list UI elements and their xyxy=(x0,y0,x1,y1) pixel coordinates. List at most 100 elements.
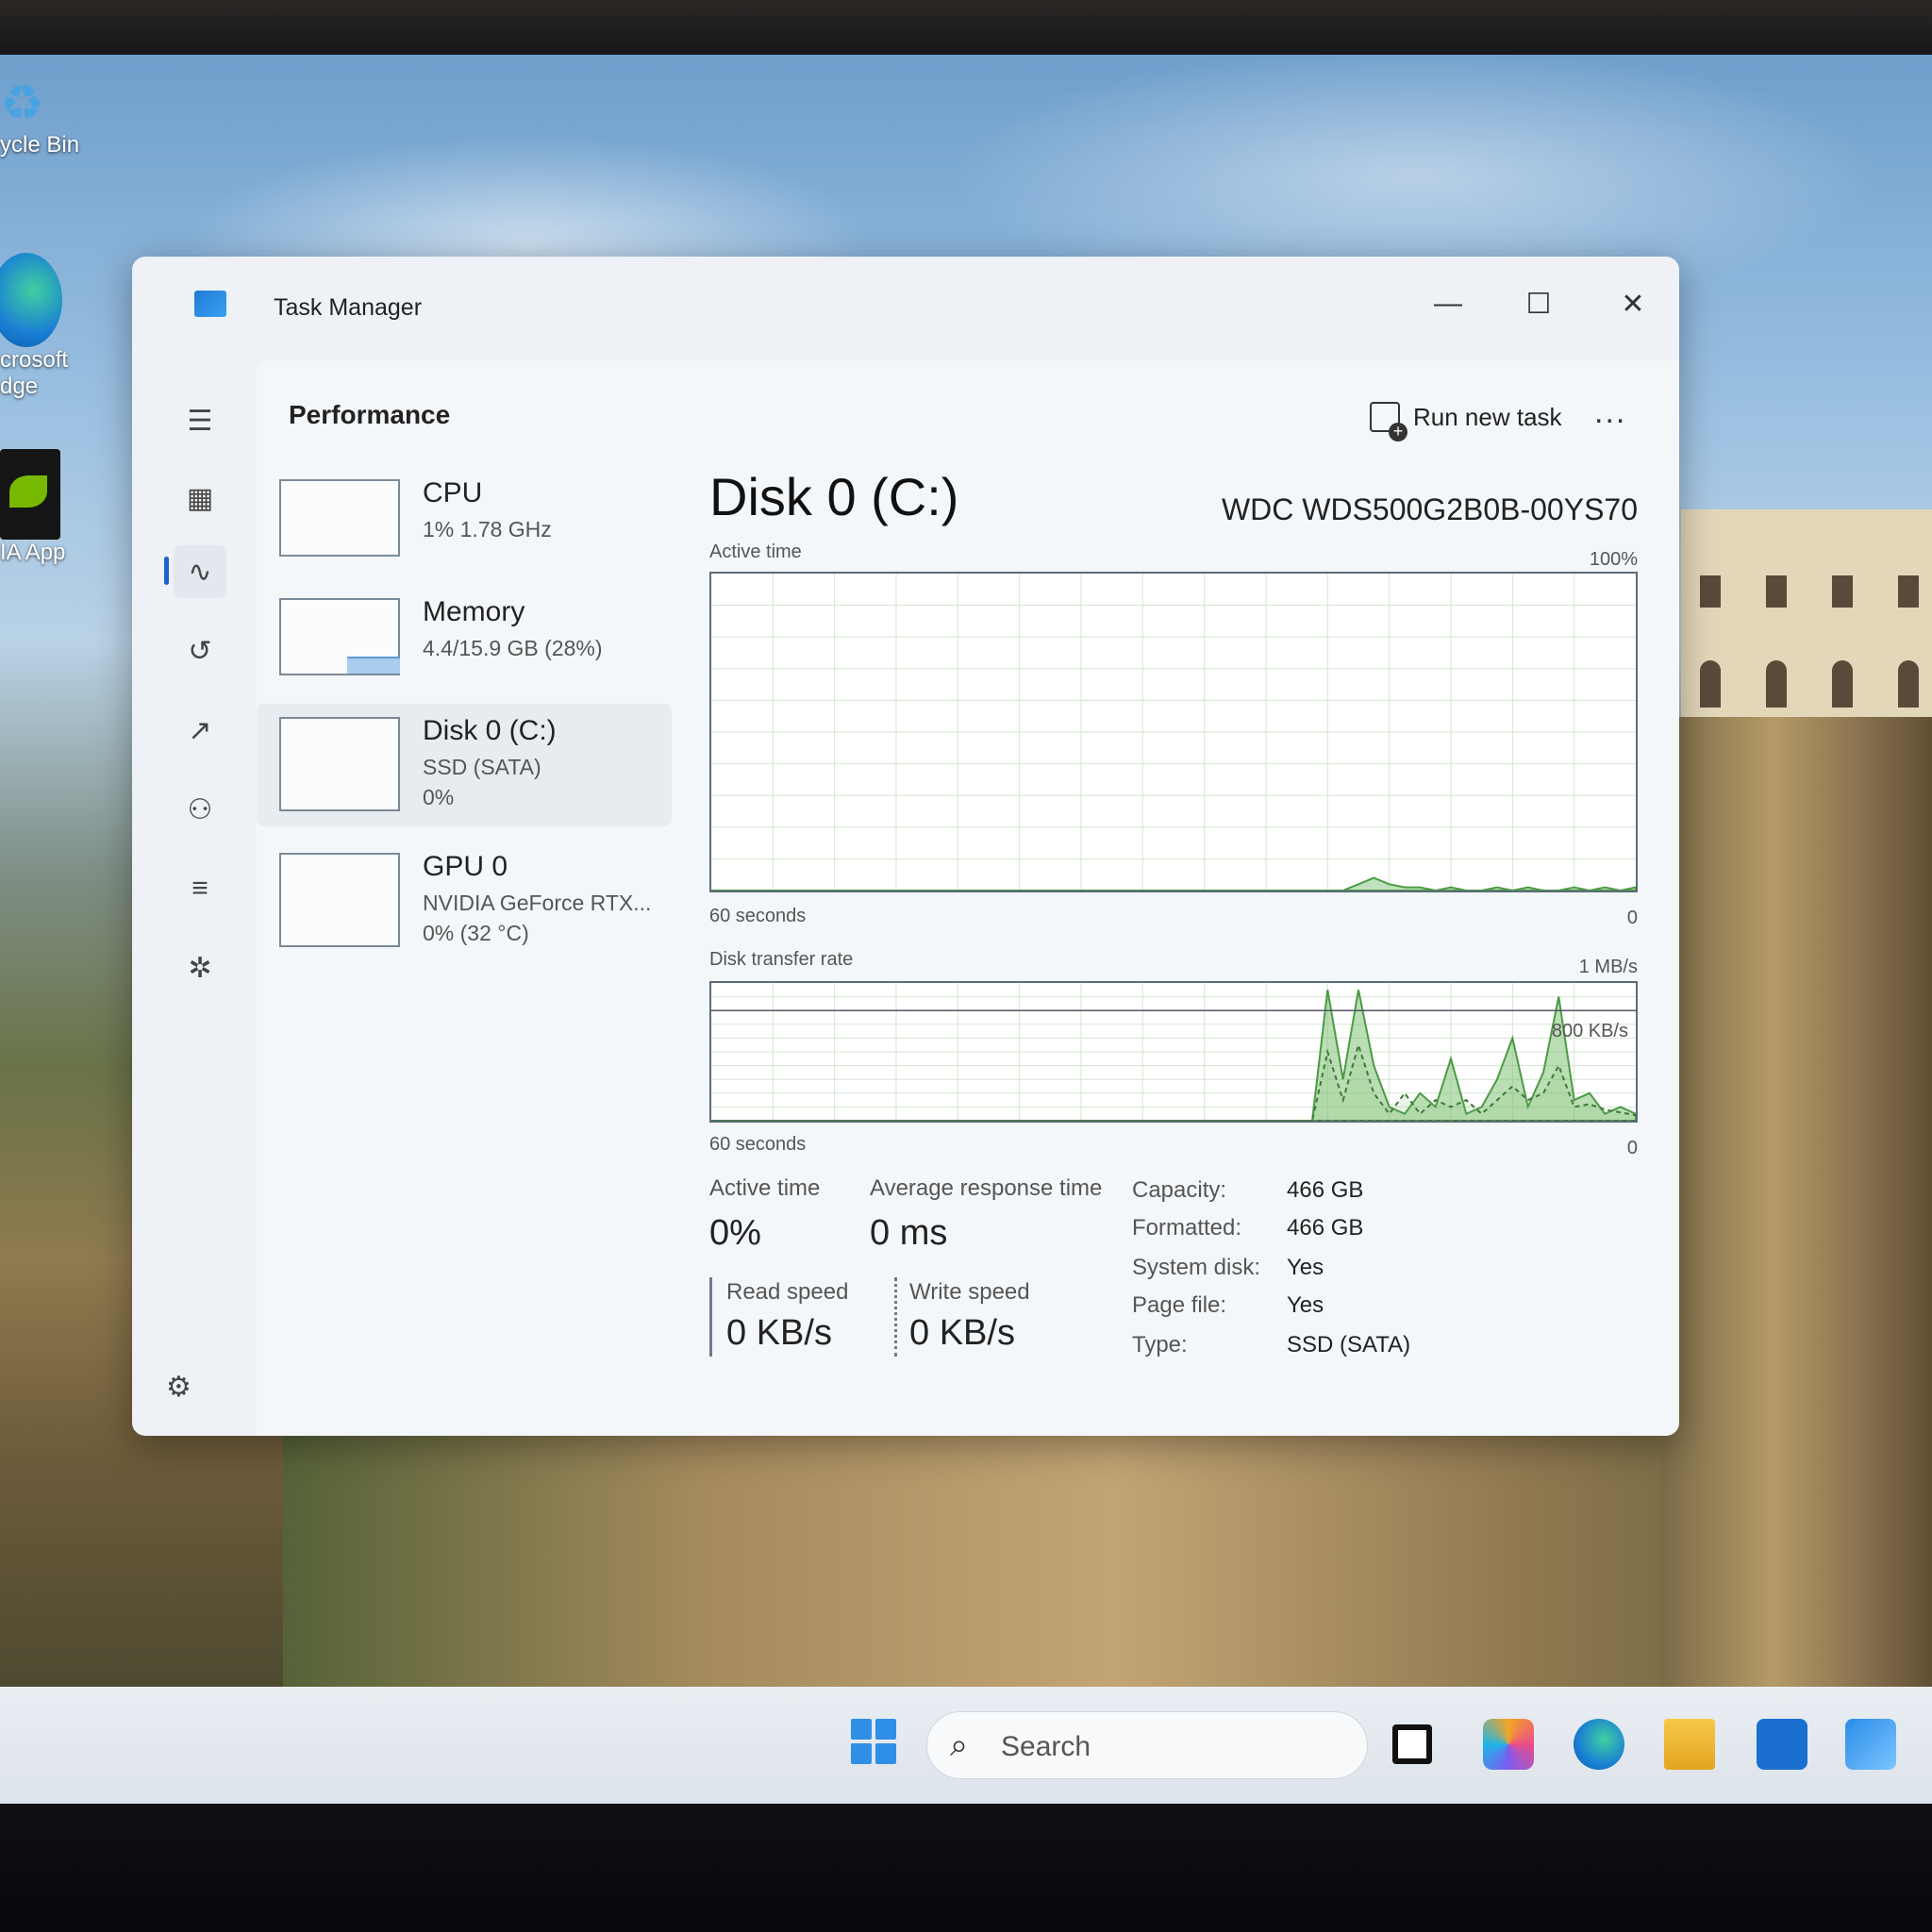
prop-type: Type: SSD (SATA) xyxy=(1132,1332,1411,1357)
device-item-disk-0[interactable]: Disk 0 (C:) SSD (SATA) 0% xyxy=(257,704,672,826)
edge-icon xyxy=(0,253,62,347)
read-speed-label: Read speed xyxy=(726,1279,849,1305)
device-detail: SSD (SATA) xyxy=(423,755,541,779)
device-name: Disk 0 (C:) xyxy=(423,715,557,746)
services-icon[interactable]: ✲ xyxy=(174,941,226,994)
left-nav: ☰ ▦ ∿ ↺ ↗ ⚇ ≡ ✲ ⚙ xyxy=(132,360,257,1436)
performance-icon[interactable]: ∿ xyxy=(174,545,226,598)
monitor-bezel-top xyxy=(0,0,1932,58)
memory-thumbnail-graph xyxy=(279,598,400,675)
windows-logo-icon xyxy=(851,1719,872,1740)
task-manager-window: Task Manager — ☐ ✕ ☰ ▦ ∿ ↺ ↗ ⚇ ≡ ✲ ⚙ Per… xyxy=(132,257,1679,1436)
active-time-stat-label: Active time xyxy=(709,1175,821,1201)
search-placeholder: Search xyxy=(1001,1731,1091,1762)
active-time-x-label: 60 seconds xyxy=(709,906,807,926)
prop-system-disk: System disk: Yes xyxy=(1132,1255,1324,1280)
start-button[interactable] xyxy=(851,1719,896,1764)
details-icon[interactable]: ≡ xyxy=(174,862,226,915)
transfer-max-label: 1 MB/s xyxy=(1578,957,1638,977)
window-title: Task Manager xyxy=(274,294,423,321)
prop-page-file: Page file: Yes xyxy=(1132,1292,1324,1318)
disk-title: Disk 0 (C:) xyxy=(709,467,959,526)
main-content: Performance Run new task ... CPU 1% 1.78… xyxy=(257,360,1679,1436)
transfer-graph-label: Disk transfer rate xyxy=(709,949,854,970)
transfer-rate-graph: 800 KB/s xyxy=(709,981,1638,1123)
users-icon[interactable]: ⚇ xyxy=(174,783,226,836)
device-detail-2: 0% (32 °C) xyxy=(423,921,529,945)
active-time-graph-label: Active time xyxy=(709,541,802,562)
wallpaper-cliff-right xyxy=(1660,717,1932,1698)
run-new-task-label: Run new task xyxy=(1413,402,1562,431)
desktop-icon-label: ycle Bin xyxy=(0,132,80,158)
active-time-stat-value: 0% xyxy=(709,1213,761,1253)
edge-taskbar-icon[interactable] xyxy=(1574,1719,1624,1770)
disk-thumbnail-graph xyxy=(279,717,400,811)
desktop-icon-label-line2: dge xyxy=(0,374,39,399)
write-speed-label: Write speed xyxy=(909,1279,1030,1305)
hamburger-menu-icon[interactable]: ☰ xyxy=(174,394,226,447)
device-name: Memory xyxy=(423,596,525,627)
device-detail: 4.4/15.9 GB (28%) xyxy=(423,636,603,660)
cpu-thumbnail-graph xyxy=(279,479,400,557)
processes-icon[interactable]: ▦ xyxy=(174,472,226,525)
write-speed-value: 0 KB/s xyxy=(909,1313,1015,1353)
write-speed-marker xyxy=(894,1277,897,1357)
startup-apps-icon[interactable]: ↗ xyxy=(174,704,226,757)
outlook-icon[interactable] xyxy=(1845,1719,1896,1770)
run-task-icon xyxy=(1370,402,1407,441)
desktop-icon-nvidia-app[interactable]: IA App xyxy=(0,449,104,566)
search-icon: ⌕ xyxy=(950,1727,969,1763)
desktop-icon-label: crosoft xyxy=(0,347,69,373)
device-list: CPU 1% 1.78 GHz Memory 4.4/15.9 GB (28%)… xyxy=(257,466,672,1315)
device-detail: NVIDIA GeForce RTX... xyxy=(423,891,652,915)
avg-response-label: Average response time xyxy=(870,1175,1103,1201)
active-time-min-label: 0 xyxy=(1626,908,1638,928)
transfer-min-label: 0 xyxy=(1626,1138,1638,1158)
transfer-rate-chart xyxy=(711,983,1636,1121)
app-history-icon[interactable]: ↺ xyxy=(174,625,226,677)
content-header: Performance Run new task ... xyxy=(257,360,1679,466)
copilot-icon[interactable] xyxy=(1483,1719,1534,1770)
active-time-graph xyxy=(709,572,1638,892)
nav-active-indicator xyxy=(164,557,169,585)
transfer-x-label: 60 seconds xyxy=(709,1134,807,1155)
gpu-thumbnail-graph xyxy=(279,853,400,947)
wallpaper-building xyxy=(1681,509,1932,717)
device-item-memory[interactable]: Memory 4.4/15.9 GB (28%) xyxy=(257,585,672,708)
device-item-gpu-0[interactable]: GPU 0 NVIDIA GeForce RTX... 0% (32 °C) xyxy=(257,840,672,962)
device-name: GPU 0 xyxy=(423,851,508,882)
maximize-button[interactable]: ☐ xyxy=(1506,277,1572,330)
active-time-chart xyxy=(711,574,1636,891)
transfer-mid-label: 800 KB/s xyxy=(1551,1021,1628,1041)
settings-gear-icon[interactable]: ⚙ xyxy=(166,1371,192,1404)
device-detail: 1% 1.78 GHz xyxy=(423,517,552,541)
file-explorer-icon[interactable] xyxy=(1664,1719,1715,1770)
screen: ♻ ycle Bin crosoft dge IA App Task Manag… xyxy=(0,0,1932,1932)
disk-detail-panel: Disk 0 (C:) WDC WDS500G2B0B-00YS70 Activ… xyxy=(709,466,1653,1409)
taskbar: ⌕ Search xyxy=(0,1687,1932,1804)
memory-usage-fill xyxy=(347,657,400,674)
active-time-max-label: 100% xyxy=(1589,549,1638,570)
more-options-icon[interactable]: ... xyxy=(1594,394,1626,431)
prop-capacity: Capacity: 466 GB xyxy=(1132,1177,1364,1203)
prop-formatted: Formatted: 466 GB xyxy=(1132,1215,1364,1241)
recycle-bin-icon: ♻ xyxy=(0,76,44,131)
run-new-task-button[interactable]: Run new task xyxy=(1370,402,1562,441)
page-title: Performance xyxy=(289,400,451,429)
desktop-icon-edge[interactable]: crosoft dge xyxy=(0,253,104,400)
minimize-button[interactable]: — xyxy=(1415,277,1481,330)
disk-model: WDC WDS500G2B0B-00YS70 xyxy=(1221,492,1638,526)
desktop-icon-label: IA App xyxy=(0,540,66,565)
active-time-series xyxy=(711,876,1636,891)
avg-response-value: 0 ms xyxy=(870,1213,948,1253)
microsoft-store-icon[interactable] xyxy=(1757,1719,1807,1770)
close-button[interactable]: ✕ xyxy=(1600,277,1666,330)
taskbar-search[interactable]: ⌕ Search xyxy=(926,1711,1368,1779)
read-speed-value: 0 KB/s xyxy=(726,1313,832,1353)
task-view-icon[interactable] xyxy=(1392,1724,1432,1764)
device-item-cpu[interactable]: CPU 1% 1.78 GHz xyxy=(257,466,672,589)
nvidia-icon xyxy=(0,449,60,540)
read-speed-marker xyxy=(709,1277,712,1357)
desktop-icon-recycle-bin[interactable]: ♻ ycle Bin xyxy=(0,75,104,158)
title-bar[interactable]: Task Manager — ☐ ✕ xyxy=(132,257,1679,360)
